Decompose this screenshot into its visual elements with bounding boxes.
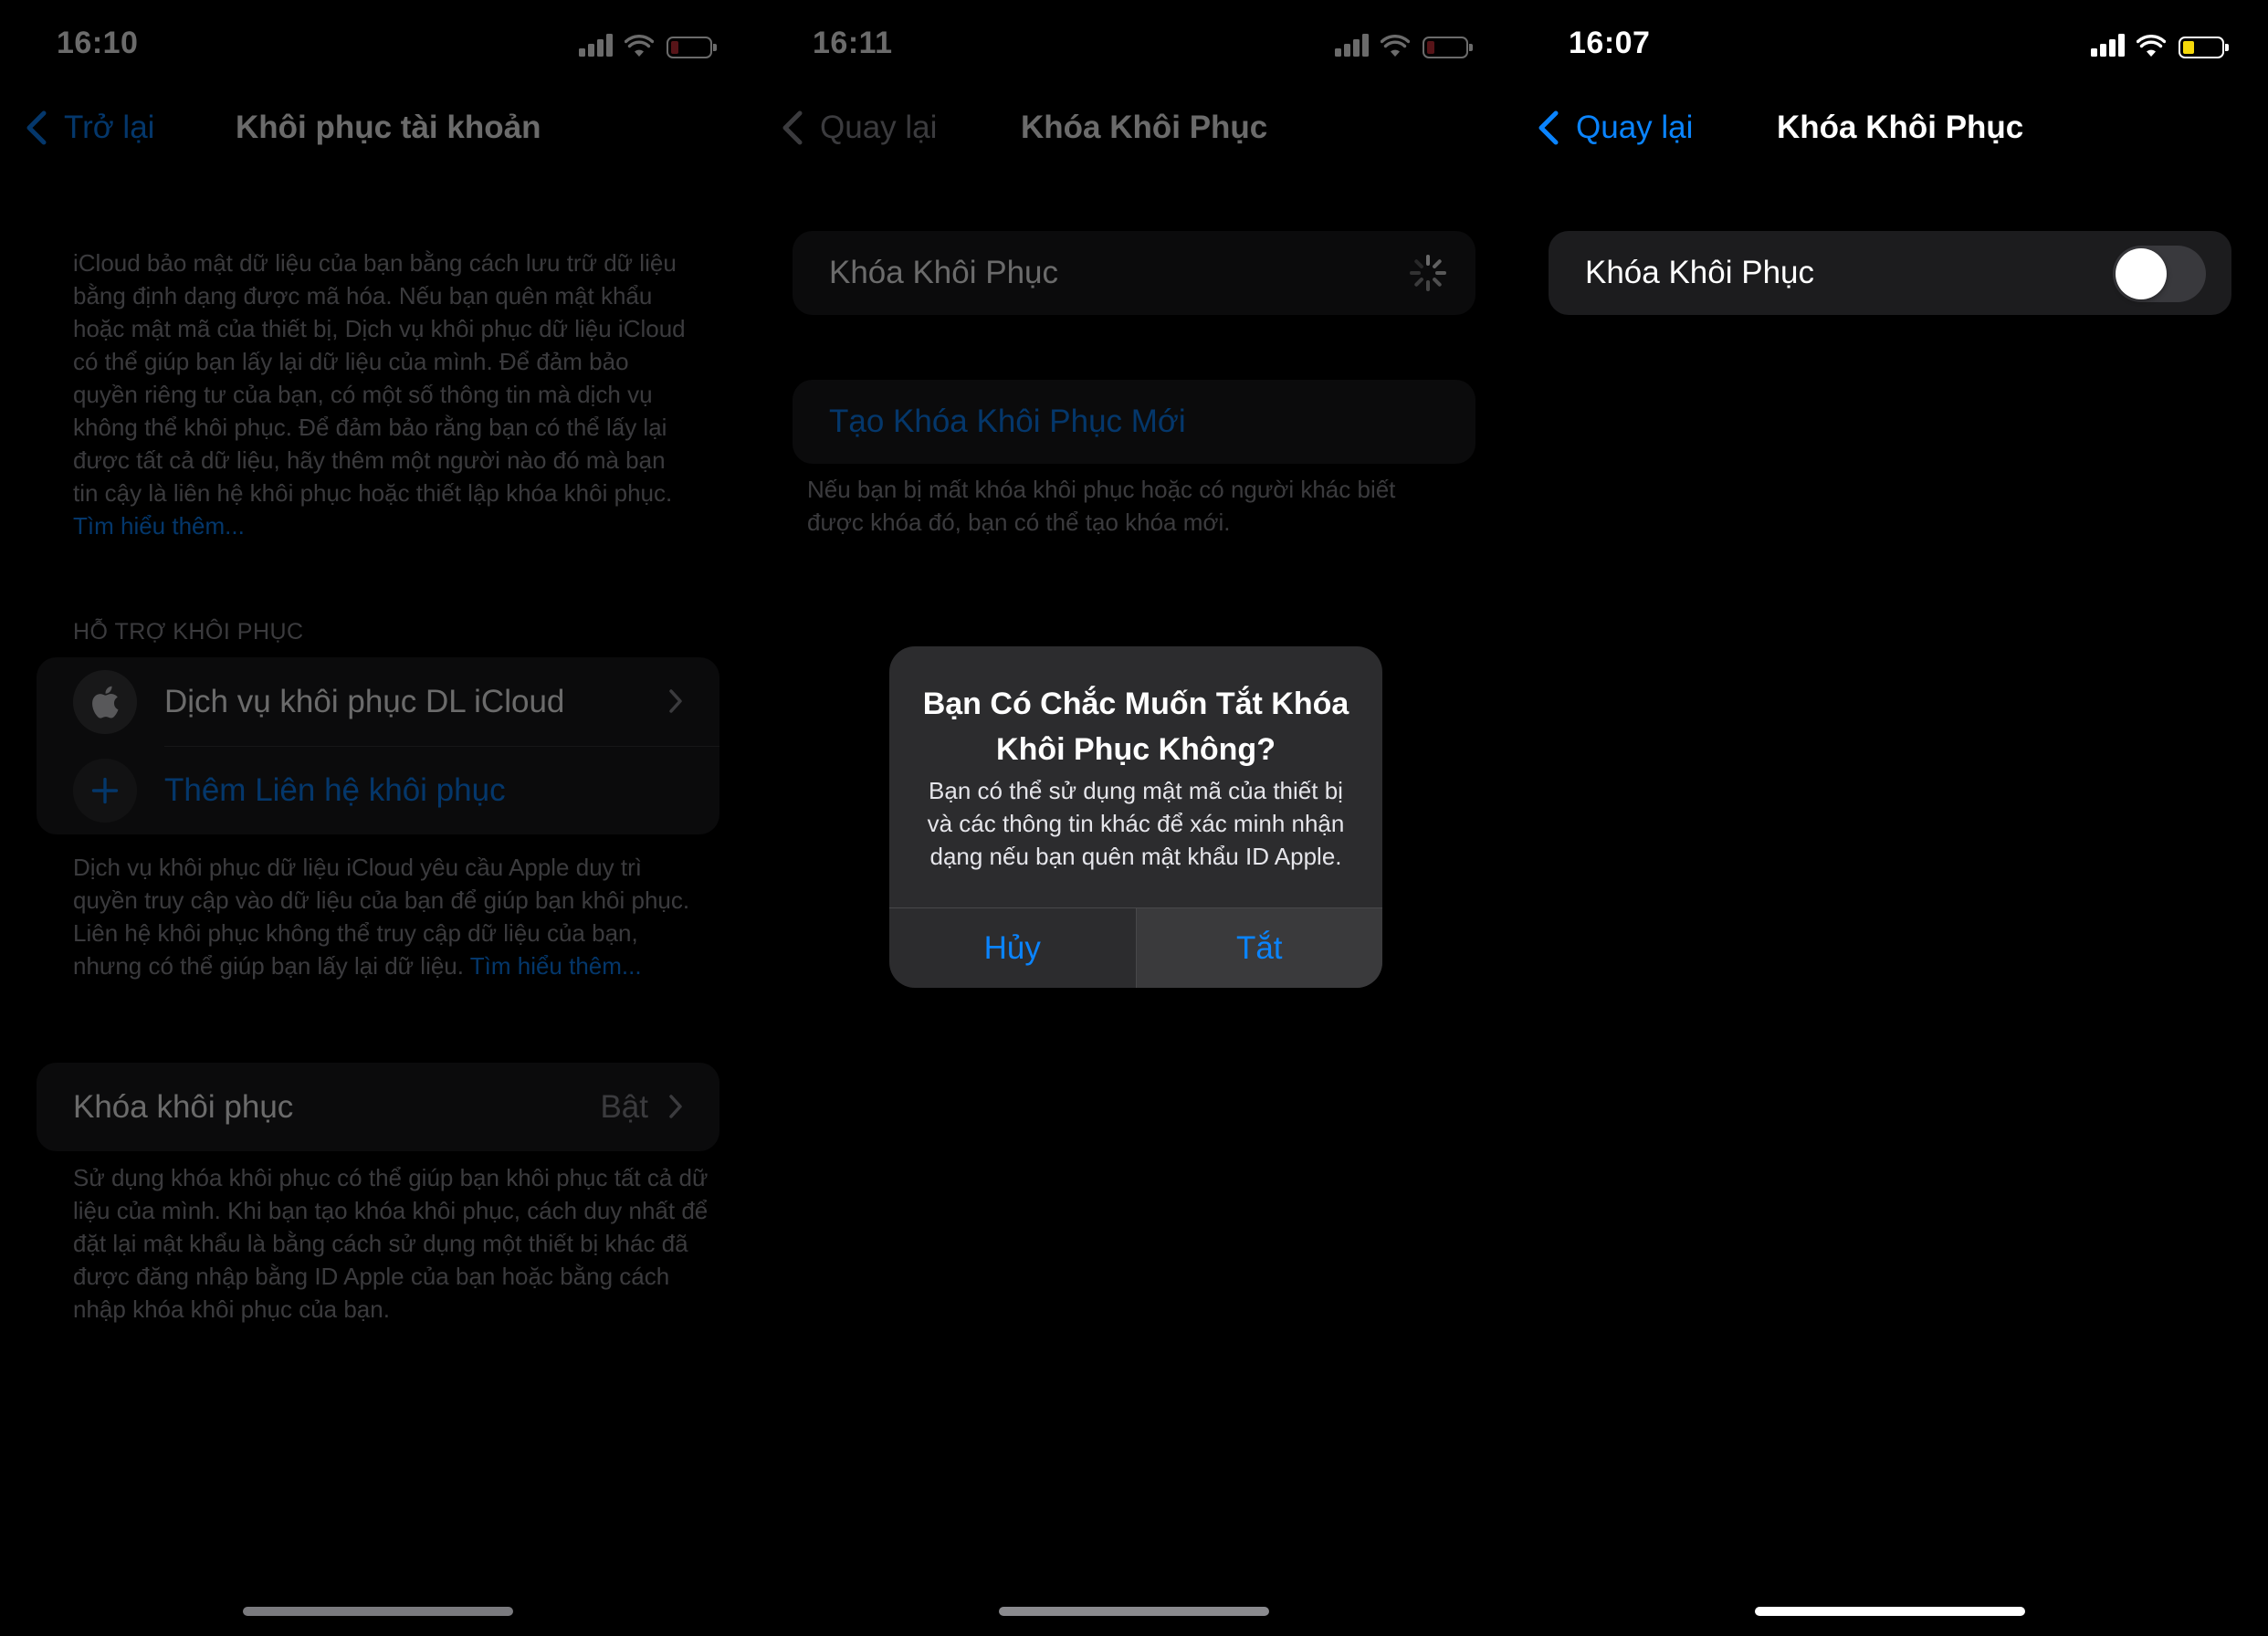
recovery-support-footer: Dịch vụ khôi phục dữ liệu iCloud yêu cầu…	[73, 851, 703, 982]
screen-recovery-key-alert: 16:11 Quay lại Khóa Khôi Phục Khóa Khôi …	[756, 0, 1512, 1636]
wifi-icon	[2137, 35, 2166, 57]
intro-description: iCloud bảo mật dữ liệu của bạn bằng cách…	[73, 246, 694, 542]
alert-title: Bạn Có Chắc Muốn Tắt Khóa Khôi Phục Khôn…	[922, 687, 1349, 767]
icloud-data-recovery-row[interactable]: Dịch vụ khôi phục DL iCloud	[37, 657, 719, 746]
recovery-key-label: Khóa khôi phục	[73, 1088, 294, 1125]
chevron-right-icon	[669, 689, 682, 713]
status-icons	[579, 33, 717, 60]
learn-more-link-2[interactable]: Tìm hiểu thêm...	[470, 952, 642, 980]
back-button[interactable]: Trở lại	[24, 107, 154, 149]
alert-message: Bạn có thể sử dụng mật mã của thiết bị v…	[927, 777, 1345, 870]
status-time: 16:07	[1569, 26, 1651, 60]
create-new-key-label: Tạo Khóa Khôi Phục Mới	[829, 404, 1186, 439]
chevron-left-icon	[26, 110, 47, 145]
recovery-key-switch[interactable]	[2113, 246, 2206, 302]
status-icons	[2091, 33, 2229, 60]
create-new-key-description: Nếu bạn bị mất khóa khôi phục hoặc có ng…	[807, 476, 1396, 536]
status-time: 16:10	[57, 26, 139, 60]
page-title: Khóa Khôi Phục	[1021, 110, 1268, 145]
back-button[interactable]: Quay lại	[780, 107, 937, 149]
recovery-key-value: Bật	[600, 1088, 648, 1125]
cancel-button[interactable]: Hủy	[889, 908, 1136, 988]
page-title: Khôi phục tài khoản	[236, 110, 541, 145]
screen-account-recovery: 16:10 Trở lại Khôi phục tài khoản iCloud…	[0, 0, 756, 1636]
cellular-signal-icon	[579, 33, 615, 57]
chevron-right-icon	[669, 1095, 682, 1118]
learn-more-link[interactable]: Tìm hiểu thêm...	[73, 512, 245, 540]
recovery-key-row[interactable]: Khóa khôi phục Bật	[37, 1063, 719, 1151]
switch-knob	[2116, 248, 2167, 299]
back-label: Trở lại	[64, 110, 155, 145]
turn-off-recovery-key-alert: Bạn Có Chắc Muốn Tắt Khóa Khôi Phục Khôn…	[889, 646, 1382, 988]
status-time: 16:11	[813, 26, 893, 60]
back-label: Quay lại	[1576, 110, 1694, 145]
apple-icon	[73, 669, 137, 734]
icloud-data-recovery-label: Dịch vụ khôi phục DL iCloud	[164, 683, 565, 719]
recovery-key-row[interactable]: Khóa Khôi Phục	[793, 231, 1475, 315]
chevron-left-icon	[1538, 110, 1559, 145]
section-header-recovery-support: HỖ TRỢ KHÔI PHỤC	[73, 619, 304, 645]
status-icons	[1335, 33, 1473, 60]
back-label: Quay lại	[820, 110, 938, 145]
recovery-support-group: Dịch vụ khôi phục DL iCloud Thêm Liên hệ…	[37, 657, 719, 834]
create-new-key-row[interactable]: Tạo Khóa Khôi Phục Mới	[793, 380, 1475, 464]
battery-icon	[1423, 37, 1473, 58]
add-recovery-contact-label: Thêm Liên hệ khôi phục	[164, 771, 506, 808]
loading-spinner-icon	[1410, 255, 1446, 291]
recovery-key-toggle-row: Khóa Khôi Phục	[1549, 231, 2231, 315]
home-indicator	[243, 1607, 513, 1616]
recovery-key-label: Khóa Khôi Phục	[829, 255, 1059, 290]
wifi-icon	[1381, 35, 1410, 57]
back-button[interactable]: Quay lại	[1536, 107, 1693, 149]
recovery-key-label: Khóa Khôi Phục	[1585, 255, 1815, 290]
chevron-left-icon	[782, 110, 803, 145]
home-indicator	[1755, 1607, 2025, 1616]
add-recovery-contact-row[interactable]: Thêm Liên hệ khôi phục	[37, 746, 719, 834]
battery-icon	[2179, 37, 2229, 58]
screen-recovery-key-off: 16:07 Quay lại Khóa Khôi Phục Khóa Khôi …	[1512, 0, 2268, 1636]
battery-icon	[667, 37, 717, 58]
intro-text: iCloud bảo mật dữ liệu của bạn bằng cách…	[73, 249, 686, 507]
recovery-key-group: Khóa khôi phục Bật	[37, 1063, 719, 1151]
home-indicator	[999, 1607, 1269, 1616]
plus-icon	[73, 758, 137, 823]
wifi-icon	[625, 35, 654, 57]
turn-off-button[interactable]: Tắt	[1135, 908, 1382, 988]
cellular-signal-icon	[2091, 33, 2127, 57]
cellular-signal-icon	[1335, 33, 1371, 57]
alert-buttons: Hủy Tắt	[889, 907, 1382, 988]
page-title: Khóa Khôi Phục	[1777, 110, 2024, 145]
recovery-key-description: Sử dụng khóa khôi phục có thể giúp bạn k…	[73, 1164, 709, 1323]
